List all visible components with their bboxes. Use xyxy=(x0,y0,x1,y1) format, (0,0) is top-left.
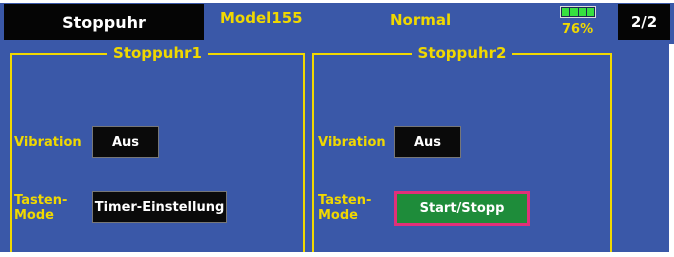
key-mode-label: Tasten- Mode xyxy=(14,193,67,223)
stopwatch1-title-wrap: Stoppuhr1 xyxy=(12,43,303,62)
stopwatch-screen: Stoppuhr Model155 Normal 76% 2/2 Stoppuh… xyxy=(0,0,674,257)
vibration-button[interactable]: Aus xyxy=(394,126,461,158)
stopwatch1-title: Stoppuhr1 xyxy=(107,44,208,62)
key-mode-button[interactable]: Timer-Einstellung xyxy=(92,191,227,223)
key-mode-label: Tasten- Mode xyxy=(318,193,371,223)
battery-cell xyxy=(562,8,570,16)
battery-cell xyxy=(578,8,586,16)
screen-title: Stoppuhr xyxy=(62,12,146,32)
screen-title-button[interactable]: Stoppuhr xyxy=(4,4,204,40)
flight-mode: Normal xyxy=(390,11,452,29)
battery-icon xyxy=(560,6,596,18)
top-frame-edge xyxy=(0,0,674,3)
stopwatch2-title: Stoppuhr2 xyxy=(411,44,513,62)
stopwatch1-panel: Stoppuhr1 Vibration Aus Tasten- Mode Tim… xyxy=(10,44,305,257)
key-mode-label-line1: Tasten- xyxy=(14,193,68,208)
key-mode-value: Start/Stopp xyxy=(419,201,505,216)
stopwatch2-title-wrap: Stoppuhr2 xyxy=(314,43,610,62)
battery-percent: 76% xyxy=(562,22,594,37)
key-mode-label-line2: Mode xyxy=(14,208,54,223)
right-frame-edge xyxy=(669,44,674,257)
key-mode-value: Timer-Einstellung xyxy=(94,199,225,215)
vibration-label: Vibration xyxy=(318,135,386,150)
start-stop-mode-button[interactable]: Start/Stopp xyxy=(394,191,530,226)
key-mode-label-line2: Mode xyxy=(318,208,358,223)
bottom-frame-edge xyxy=(0,252,674,257)
battery-cell xyxy=(570,8,578,16)
model-name: Model155 xyxy=(220,9,303,27)
page-indicator-button[interactable]: 2/2 xyxy=(618,4,670,40)
battery-cell xyxy=(586,8,594,16)
vibration-value: Aus xyxy=(413,134,442,150)
stopwatch2-panel: Stoppuhr2 Vibration Aus Tasten- Mode Sta… xyxy=(312,44,612,257)
vibration-value: Aus xyxy=(111,134,140,150)
page-indicator: 2/2 xyxy=(630,13,658,31)
vibration-label: Vibration xyxy=(14,135,82,150)
key-mode-label-line1: Tasten- xyxy=(318,193,372,208)
vibration-button[interactable]: Aus xyxy=(92,126,159,158)
